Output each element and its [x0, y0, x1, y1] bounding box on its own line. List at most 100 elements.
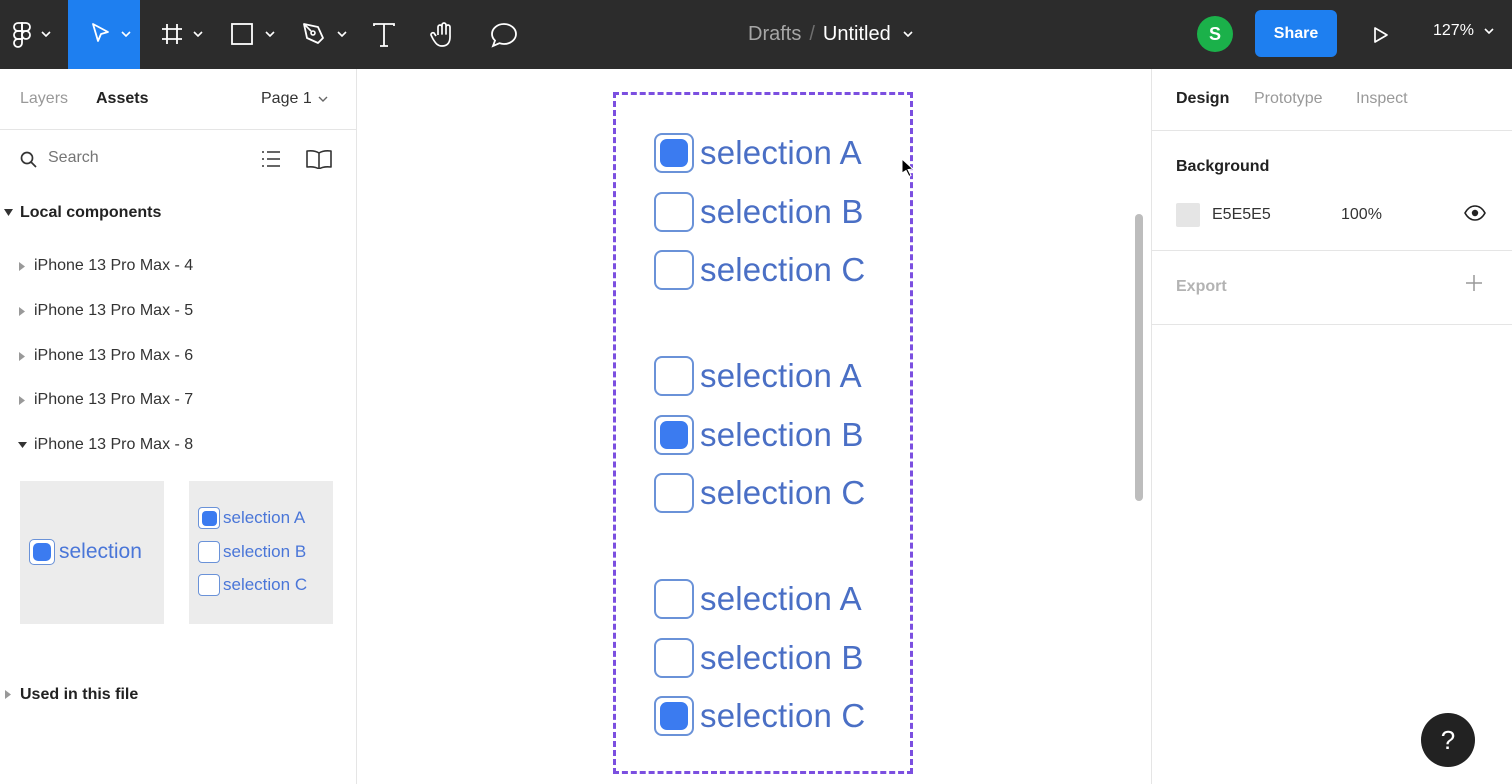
option-label: selection C [700, 474, 866, 511]
search-icon [20, 151, 37, 168]
checkbox-unchecked [654, 638, 694, 678]
radio-option[interactable]: selection B [654, 190, 864, 234]
move-tool-button[interactable] [68, 0, 140, 69]
cursor-arrow-icon [92, 23, 109, 42]
breadcrumb: Drafts / Untitled [748, 20, 913, 48]
chevron-down-icon [193, 31, 203, 37]
component-item[interactable]: iPhone 13 Pro Max - 7 [0, 380, 356, 420]
search-input[interactable] [48, 149, 228, 167]
radio-option[interactable]: selection C [654, 471, 865, 515]
left-panel: Layers Assets Page 1 Local components iP… [0, 69, 357, 784]
checkbox-unchecked [654, 579, 694, 619]
frame-tool-button[interactable] [152, 0, 212, 69]
background-color-swatch[interactable] [1176, 203, 1200, 227]
component-label: iPhone 13 Pro Max - 7 [34, 391, 194, 408]
tab-design[interactable]: Design [1176, 90, 1229, 108]
pen-nib-icon [303, 23, 324, 44]
radio-option[interactable]: selection A [654, 577, 862, 621]
checkbox-checked [654, 415, 694, 455]
chevron-down-icon[interactable] [903, 31, 913, 37]
radio-option[interactable]: selection C [654, 248, 865, 292]
tab-layers[interactable]: Layers [20, 90, 68, 108]
component-label: iPhone 13 Pro Max - 8 [34, 436, 194, 453]
disclosure-expanded-icon [18, 442, 27, 448]
disclosure-expanded-icon[interactable] [4, 209, 13, 216]
text-tool-button[interactable] [362, 0, 406, 69]
component-thumbnail-single[interactable]: selection [20, 481, 164, 624]
thumb-option-label: selection [59, 540, 142, 563]
library-book-icon[interactable] [305, 149, 333, 169]
right-panel-tabs: Design Prototype Inspect [1152, 69, 1512, 131]
radio-option[interactable]: selection A [654, 354, 862, 398]
background-hex-value[interactable]: E5E5E5 [1212, 206, 1271, 224]
rectangle-icon [231, 23, 253, 45]
thumb-option-label: selection C [223, 575, 308, 594]
play-icon [1374, 26, 1388, 43]
component-item[interactable]: iPhone 13 Pro Max - 6 [0, 336, 356, 376]
local-components-title[interactable]: Local components [20, 204, 161, 222]
pen-tool-button[interactable] [292, 0, 352, 69]
checkbox-checked [198, 507, 220, 529]
disclosure-collapsed-icon [19, 352, 25, 361]
mouse-cursor-icon [901, 158, 915, 178]
component-label: iPhone 13 Pro Max - 5 [34, 302, 194, 319]
checkbox-checked [654, 133, 694, 173]
main-menu-button[interactable] [0, 0, 68, 69]
chevron-down-icon [318, 96, 328, 102]
present-button[interactable] [1364, 0, 1398, 69]
checkbox-checked [29, 539, 55, 565]
frame-hash-icon [162, 24, 182, 44]
speech-bubble-icon [491, 22, 517, 48]
tab-prototype[interactable]: Prototype [1254, 90, 1322, 108]
tab-assets[interactable]: Assets [96, 90, 148, 108]
component-label: iPhone 13 Pro Max - 6 [34, 347, 194, 364]
comment-tool-button[interactable] [482, 0, 526, 69]
plus-icon[interactable] [1464, 273, 1484, 293]
thumb-option: selection C [198, 574, 307, 596]
page-selector[interactable]: Page 1 [261, 90, 328, 108]
chevron-down-icon [337, 31, 347, 37]
tab-inspect[interactable]: Inspect [1356, 90, 1408, 108]
disclosure-collapsed-icon [19, 396, 25, 405]
disclosure-collapsed-icon[interactable] [5, 690, 11, 699]
component-item[interactable]: iPhone 13 Pro Max - 8 [0, 425, 356, 465]
share-button[interactable]: Share [1255, 10, 1337, 57]
design-canvas[interactable]: selection A selection B selection C sele… [357, 69, 1151, 784]
used-in-file-title[interactable]: Used in this file [20, 686, 138, 704]
help-button[interactable]: ? [1421, 713, 1475, 767]
checkbox-unchecked [198, 574, 220, 596]
background-opacity-value[interactable]: 100% [1341, 206, 1382, 224]
component-thumbnail-group[interactable]: selection A selection B selection C [189, 481, 333, 624]
thumb-option-label: selection A [223, 508, 306, 527]
canvas-scrollbar[interactable] [1135, 214, 1143, 501]
section-divider [1152, 324, 1512, 325]
disclosure-collapsed-icon [19, 262, 25, 271]
file-name[interactable]: Untitled [823, 23, 891, 46]
selected-frame[interactable]: selection A selection B selection C sele… [613, 92, 913, 774]
option-label: selection C [700, 697, 866, 734]
component-item[interactable]: iPhone 13 Pro Max - 5 [0, 291, 356, 331]
figma-logo-icon [13, 22, 31, 48]
thumb-option: selection [29, 539, 142, 565]
hand-tool-button[interactable] [422, 0, 466, 69]
radio-option[interactable]: selection C [654, 694, 865, 738]
checkbox-unchecked [654, 356, 694, 396]
asset-search-row [0, 131, 356, 187]
breadcrumb-drafts-link[interactable]: Drafts [748, 23, 801, 46]
zoom-dropdown[interactable]: 127% [1433, 22, 1494, 40]
thumb-option: selection B [198, 541, 306, 563]
component-item[interactable]: iPhone 13 Pro Max - 4 [0, 246, 356, 286]
eye-icon[interactable] [1464, 205, 1486, 221]
option-label: selection A [700, 357, 862, 394]
page-selector-label: Page 1 [261, 90, 312, 107]
radio-option[interactable]: selection A [654, 131, 862, 175]
checkbox-unchecked [654, 192, 694, 232]
export-section-title[interactable]: Export [1176, 278, 1227, 296]
radio-option[interactable]: selection B [654, 413, 864, 457]
list-view-icon[interactable] [261, 150, 281, 168]
user-avatar[interactable]: S [1197, 16, 1233, 52]
breadcrumb-separator: / [809, 22, 815, 45]
top-toolbar: Drafts / Untitled S Share 127% [0, 0, 1512, 69]
radio-option[interactable]: selection B [654, 636, 864, 680]
shape-tool-button[interactable] [222, 0, 282, 69]
